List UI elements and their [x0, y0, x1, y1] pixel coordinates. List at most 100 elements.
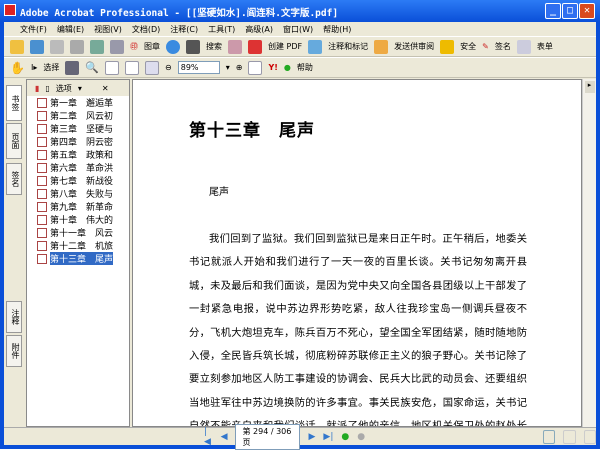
last-page-icon[interactable]: ▶|	[323, 432, 333, 442]
bookmarks-panel: ▮ ▯ 选项 ▾ ✕ 第一章 邂逅革第二章 风云初 第三章 坚硬与 第四章 阴云密第五章 政…	[26, 79, 130, 427]
new-bookmark-icon[interactable]: ▯	[45, 84, 49, 93]
tab-attachments[interactable]: 附件	[6, 335, 22, 367]
bookmark-icon	[37, 162, 47, 173]
actual-size-icon[interactable]	[105, 60, 120, 75]
web-icon[interactable]	[166, 39, 180, 54]
bookmark-label: 第二章 风云初	[50, 112, 114, 122]
single-page-icon[interactable]	[523, 430, 535, 444]
menu-bar: 文件(F) 编辑(E) 视图(V) 文档(D) 注释(C) 工具(T) 高级(A…	[4, 22, 596, 36]
stamp-icon: ㊞	[130, 42, 138, 51]
close-pane-icon[interactable]: ✕	[102, 84, 109, 93]
previous-page-icon[interactable]: ◀	[221, 432, 228, 442]
scroll-up-icon[interactable]: ▸	[584, 81, 595, 93]
bookmark-item[interactable]: 第二章 风云初	[27, 109, 129, 122]
yahoo-icon[interactable]: Y!	[268, 63, 277, 72]
forms-button[interactable]: 表单	[537, 41, 553, 52]
next-view-icon[interactable]: ●	[357, 432, 365, 442]
vertical-scrollbar[interactable]: ▸	[582, 79, 596, 427]
pen-icon: ✎	[482, 42, 489, 51]
help-button[interactable]: 帮助	[297, 62, 313, 73]
fit-width-icon[interactable]	[145, 60, 160, 75]
menu-document[interactable]: 文档(D)	[132, 24, 160, 36]
menu-help[interactable]: 帮助(H)	[323, 24, 351, 36]
menu-file[interactable]: 文件(F)	[20, 24, 47, 36]
bookmark-label: 第八章 失败与	[50, 190, 114, 200]
menu-advanced[interactable]: 高级(A)	[245, 24, 273, 36]
first-page-icon[interactable]: |◀	[204, 427, 213, 447]
bookmark-list: 第一章 邂逅革第二章 风云初 第三章 坚硬与 第四章 阴云密第五章 政策和 第六章 革…	[27, 96, 129, 265]
previous-view-icon[interactable]: ●	[341, 432, 349, 442]
menu-edit[interactable]: 编辑(E)	[57, 24, 84, 36]
bookmark-icon	[37, 188, 47, 199]
tab-bookmarks[interactable]: 书签	[6, 85, 22, 121]
facing-icon[interactable]	[563, 429, 576, 444]
tab-pages[interactable]: 页面	[6, 123, 22, 159]
snapshot-icon[interactable]	[228, 39, 242, 54]
bookmark-icon	[37, 175, 47, 186]
dropdown-icon: ▾	[77, 83, 82, 93]
tab-comments[interactable]: 注释	[6, 301, 22, 333]
minimize-button[interactable]: _	[545, 3, 561, 19]
bookmark-item[interactable]: 第六章 革命洪	[27, 161, 129, 174]
forms-icon	[516, 39, 531, 54]
bookmark-item[interactable]: 第五章 政策和	[27, 148, 129, 161]
view-toolbar: ✋ I▸ 选择 🔍 ⊖ 89% ▾ ⊕ Y! ● 帮助	[4, 57, 596, 78]
tab-signatures[interactable]: 签名	[6, 163, 22, 195]
delete-bookmark-icon[interactable]: ▮	[35, 84, 39, 93]
fit-page-icon[interactable]	[125, 60, 140, 75]
menu-comments[interactable]: 注释(C)	[170, 24, 198, 36]
save-icon[interactable]	[50, 39, 64, 54]
send-review-button[interactable]: 发送供审阅	[394, 41, 434, 52]
comment-markup-button[interactable]: 注释和标记	[328, 41, 368, 52]
bookmark-item[interactable]: 第十三章 尾声	[27, 252, 129, 265]
bookmark-item[interactable]: 第一章 邂逅革	[27, 96, 129, 109]
sign-button[interactable]: 签名	[495, 41, 511, 52]
chapter-title: 第十三章 尾声	[189, 121, 315, 141]
continuous-facing-icon[interactable]	[583, 429, 596, 444]
menu-view[interactable]: 视图(V)	[94, 24, 122, 36]
bookmark-item[interactable]: 第四章 阴云密	[27, 135, 129, 148]
bookmark-item[interactable]: 第十二章 机旅	[27, 239, 129, 252]
zoom-in-icon[interactable]: 🔍	[85, 61, 99, 74]
secure-button[interactable]: 安全	[460, 41, 476, 52]
navigation-pane: 书签 页面 签名 注释 附件 ▮ ▯ 选项 ▾ ✕ 第一章 邂逅革第二章 风云初 第三章 …	[4, 79, 130, 427]
menu-window[interactable]: 窗口(W)	[283, 24, 313, 36]
zoom-level-input[interactable]: 89%	[177, 61, 220, 74]
organizer-icon[interactable]	[30, 39, 44, 54]
maximize-button[interactable]: □	[562, 3, 578, 19]
stamp-button[interactable]: 图章	[144, 41, 160, 52]
bookmark-label: 第五章 政策和	[50, 151, 114, 161]
bookmark-item[interactable]: 第七章 新战役	[27, 174, 129, 187]
zoom-in-button[interactable]: ⊕	[236, 63, 243, 72]
next-page-icon[interactable]: ▶	[308, 432, 315, 442]
review-icon	[374, 39, 389, 54]
create-pdf-button[interactable]: 创建 PDF	[268, 41, 302, 52]
menu-tools[interactable]: 工具(T)	[208, 24, 235, 36]
hand-tool-icon[interactable]: ✋	[10, 61, 25, 75]
bookmark-label: 第十一章 风云	[50, 229, 114, 239]
page-number-input[interactable]: 第 294 / 306 页	[235, 423, 301, 450]
bookmark-item[interactable]: 第十章 伟大的	[27, 213, 129, 226]
bookmark-item[interactable]: 第三章 坚硬与	[27, 122, 129, 135]
search-button[interactable]: 搜索	[206, 41, 222, 52]
bookmark-label: 第十三章 尾声	[50, 252, 114, 265]
attach-icon[interactable]	[110, 39, 124, 54]
bookmark-item[interactable]: 第九章 新革命	[27, 200, 129, 213]
open-icon[interactable]	[10, 39, 24, 54]
print-icon[interactable]	[70, 39, 84, 54]
options-button[interactable]: 选项	[56, 83, 72, 94]
snapshot-tool-icon[interactable]	[65, 60, 80, 75]
zoom-out-button[interactable]: ⊖	[165, 63, 172, 72]
rotate-icon[interactable]	[248, 60, 263, 75]
binoculars-icon	[186, 39, 200, 54]
bookmark-icon	[37, 110, 47, 121]
close-button[interactable]: ✕	[579, 3, 595, 19]
email-icon[interactable]	[90, 39, 104, 54]
bookmark-icon	[37, 214, 47, 225]
zoom-dropdown-icon[interactable]: ▾	[226, 63, 230, 72]
bookmark-item[interactable]: 第十一章 风云	[27, 226, 129, 239]
bookmark-item[interactable]: 第八章 失败与	[27, 187, 129, 200]
bookmark-icon	[37, 240, 47, 251]
continuous-icon[interactable]	[543, 429, 556, 444]
select-tool-button[interactable]: 选择	[43, 62, 59, 73]
